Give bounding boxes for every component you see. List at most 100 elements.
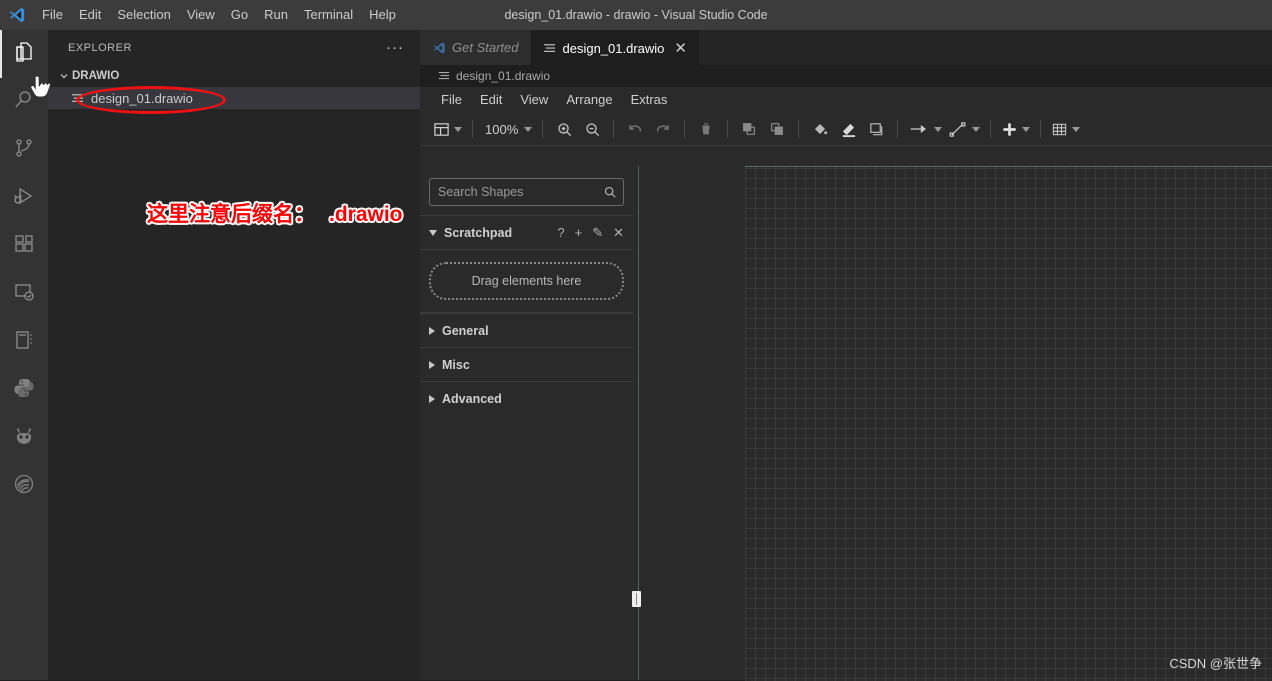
sidebar-overflow-button[interactable]: ··· [378, 40, 412, 55]
folder-drawio[interactable]: DRAWIO [48, 65, 420, 87]
editor-tab-bar: Get Started design_01.drawio ✕ [420, 30, 1272, 66]
drawio-menu-extras[interactable]: Extras [622, 87, 677, 113]
fingerprint-icon [12, 472, 36, 501]
chevron-down-icon [1022, 126, 1031, 132]
to-back-button[interactable] [763, 116, 791, 142]
sidebar-title: EXPLORER [68, 41, 132, 54]
waypoints-button[interactable] [945, 116, 983, 142]
activity-item-search[interactable] [0, 78, 48, 126]
chevron-down-icon [934, 126, 943, 132]
activity-item-explorer[interactable] [0, 30, 48, 78]
toolbar-separator [897, 120, 899, 138]
title-bar: File Edit Selection View Go Run Terminal… [0, 0, 1272, 30]
main-menu-bar: File Edit Selection View Go Run Terminal… [34, 0, 404, 30]
notebook-icon [12, 328, 36, 357]
source-control-icon [12, 136, 36, 165]
vscode-logo-icon [0, 0, 34, 30]
activity-item-notebook[interactable] [0, 318, 48, 366]
view-layout-button[interactable] [430, 116, 465, 142]
menu-go[interactable]: Go [223, 0, 256, 30]
activity-item-robot[interactable] [0, 414, 48, 462]
panel-splitter-handle[interactable] [632, 591, 641, 607]
to-front-button[interactable] [735, 116, 763, 142]
chevron-right-icon [429, 326, 435, 335]
drawio-file-icon [543, 42, 556, 55]
menu-file[interactable]: File [34, 0, 71, 30]
zoom-out-button[interactable] [578, 116, 606, 142]
toolbar-separator [727, 120, 729, 138]
drawio-canvas[interactable] [745, 166, 1272, 681]
section-misc[interactable]: Misc [420, 347, 633, 381]
toolbar-separator [472, 120, 473, 138]
drawio-toolbar: 100% [420, 113, 1272, 146]
menu-view[interactable]: View [179, 0, 223, 30]
activity-item-remote-explorer[interactable] [0, 270, 48, 318]
panel-canvas-gutter [633, 166, 746, 680]
drawio-menu-file[interactable]: File [432, 87, 471, 113]
search-shapes-wrap [420, 166, 633, 215]
file-item-design01[interactable]: design_01.drawio [48, 87, 420, 109]
section-scratchpad[interactable]: Scratchpad ? + ✎ ✕ [420, 215, 633, 249]
search-shapes-box[interactable] [429, 178, 624, 206]
breadcrumb-label: design_01.drawio [456, 69, 551, 83]
section-label: Advanced [442, 391, 502, 406]
shadow-button[interactable] [862, 116, 890, 142]
scratchpad-body: Drag elements here [420, 249, 633, 313]
activity-item-python[interactable] [0, 366, 48, 414]
extensions-icon [12, 232, 36, 261]
explorer-sidebar: EXPLORER ··· DRAWIO design_01.drawio 这里注… [48, 30, 420, 680]
tab-get-started[interactable]: Get Started [420, 30, 532, 65]
section-general[interactable]: General [420, 313, 633, 347]
scratchpad-actions: ? + ✎ ✕ [557, 225, 624, 241]
scratchpad-add-icon[interactable]: + [575, 225, 583, 240]
menu-run[interactable]: Run [256, 0, 296, 30]
arrow-style-button[interactable] [905, 116, 945, 142]
activity-item-extensions[interactable] [0, 222, 48, 270]
remote-explorer-icon [12, 280, 36, 309]
tab-design01-drawio[interactable]: design_01.drawio ✕ [531, 30, 700, 66]
section-advanced[interactable]: Advanced [420, 381, 633, 415]
sidebar-header: EXPLORER ··· [48, 30, 420, 65]
menu-selection[interactable]: Selection [109, 0, 178, 30]
python-icon [12, 376, 36, 405]
breadcrumb[interactable]: design_01.drawio [420, 65, 1272, 87]
activity-item-source-control[interactable] [0, 126, 48, 174]
file-label: design_01.drawio [91, 90, 193, 106]
redo-button[interactable] [649, 116, 677, 142]
toolbar-separator [798, 120, 800, 138]
insert-button[interactable] [998, 116, 1033, 142]
drawio-menu-edit[interactable]: Edit [471, 87, 511, 113]
chevron-down-icon [1072, 126, 1081, 132]
fill-color-button[interactable] [806, 116, 834, 142]
toolbar-separator [613, 120, 615, 138]
table-button[interactable] [1048, 116, 1083, 142]
section-label: Misc [442, 357, 470, 372]
toolbar-separator [990, 120, 992, 138]
drawio-menu-view[interactable]: View [511, 87, 557, 113]
robot-icon [12, 424, 36, 453]
files-icon [12, 40, 36, 69]
activity-item-run-and-debug[interactable] [0, 174, 48, 222]
scratchpad-close-icon[interactable]: ✕ [613, 225, 624, 241]
annotation-suffix: .drawio [329, 203, 403, 226]
scratchpad-help-icon[interactable]: ? [557, 225, 564, 240]
tab-close-icon[interactable]: ✕ [674, 41, 687, 56]
search-icon[interactable] [603, 185, 617, 199]
scratchpad-edit-icon[interactable]: ✎ [592, 225, 603, 241]
scratchpad-drop-zone[interactable]: Drag elements here [429, 262, 624, 300]
zoom-in-button[interactable] [550, 116, 578, 142]
menu-terminal[interactable]: Terminal [296, 0, 361, 30]
drawio-file-icon [68, 92, 86, 105]
undo-button[interactable] [621, 116, 649, 142]
menu-edit[interactable]: Edit [71, 0, 109, 30]
delete-button[interactable] [692, 116, 720, 142]
menu-help[interactable]: Help [361, 0, 404, 30]
chevron-down-icon [524, 126, 533, 132]
line-color-button[interactable] [834, 116, 862, 142]
zoom-level-button[interactable]: 100% [480, 116, 535, 142]
drawio-menu-arrange[interactable]: Arrange [557, 87, 621, 113]
chevron-down-icon [454, 126, 462, 132]
activity-item-fingerprint[interactable] [0, 462, 48, 510]
drawio-file-icon [438, 70, 450, 82]
search-shapes-input[interactable] [430, 180, 623, 204]
